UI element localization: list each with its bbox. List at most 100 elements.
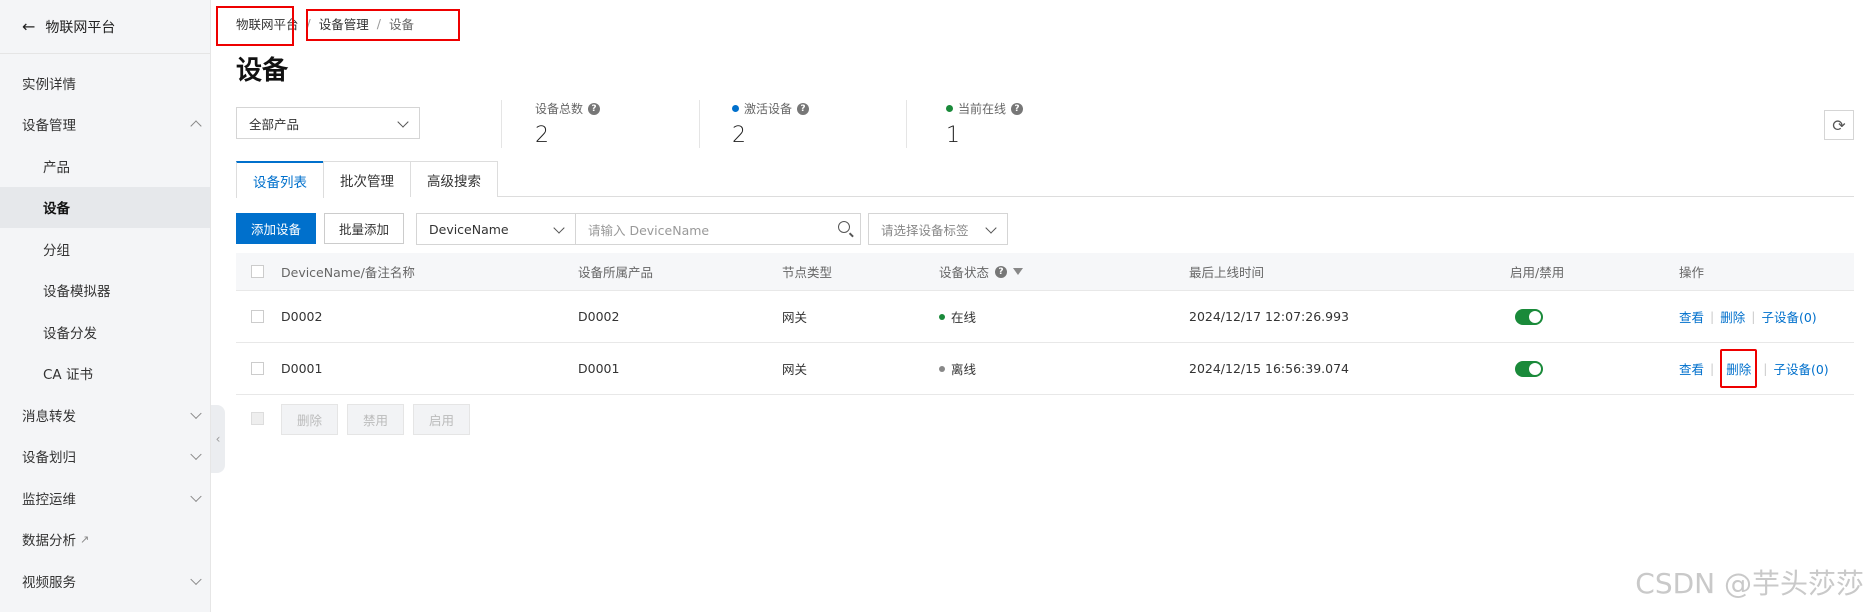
sidebar-item-label: 设备 xyxy=(43,201,70,218)
col-header-node-type: 节点类型 xyxy=(782,265,833,280)
bulk-checkbox[interactable] xyxy=(251,412,264,425)
row-checkbox[interactable] xyxy=(251,310,264,323)
sidebar-item-distribution[interactable]: 设备分发 xyxy=(0,311,210,353)
tag-select[interactable]: 请选择设备标签 xyxy=(868,213,1008,245)
node-type: 网关 xyxy=(782,362,808,377)
divider: | xyxy=(1763,361,1768,376)
sidebar-item-label: 设备管理 xyxy=(22,118,76,135)
batch-add-button[interactable]: 批量添加 xyxy=(324,213,404,244)
chevron-left-icon: ‹ xyxy=(215,432,221,446)
device-product: D0001 xyxy=(578,361,620,376)
col-header-product: 设备所属产品 xyxy=(578,265,654,280)
stat-value: 2 xyxy=(732,123,746,148)
status-dot-icon xyxy=(946,105,953,112)
help-icon[interactable]: ? xyxy=(588,102,601,115)
tab-batch-management[interactable]: 批次管理 xyxy=(323,161,411,197)
row-checkbox[interactable] xyxy=(251,362,264,375)
enable-toggle[interactable] xyxy=(1515,308,1543,325)
sidebar-item-ca-cert[interactable]: CA 证书 xyxy=(0,353,210,395)
sidebar-item-label: 设备划归 xyxy=(22,450,76,467)
sidebar-item-label: 设备模拟器 xyxy=(43,284,111,301)
back-label: 物联网平台 xyxy=(45,19,116,36)
highlight-box xyxy=(216,6,294,46)
product-select-value: 全部产品 xyxy=(249,116,300,132)
sidebar-item-group[interactable]: 分组 xyxy=(0,228,210,270)
sidebar-item-label: 视频服务 xyxy=(22,574,76,591)
last-online-time: 2024/12/15 16:56:39.074 xyxy=(1189,361,1349,376)
sidebar-item-simulator[interactable]: 设备模拟器 xyxy=(0,270,210,312)
col-header-name: DeviceName/备注名称 xyxy=(281,265,415,280)
highlight-box xyxy=(306,9,460,41)
status-dot-icon xyxy=(939,313,945,320)
view-link[interactable]: 查看 xyxy=(1679,307,1704,326)
search-placeholder: 请输入 DeviceName xyxy=(588,222,710,238)
sidebar-item-data-analysis[interactable]: 数据分析 ↗ xyxy=(0,519,210,561)
bulk-enable-button[interactable]: 启用 xyxy=(413,404,470,435)
search-field-value: DeviceName xyxy=(429,221,509,237)
col-header-enable: 启用/禁用 xyxy=(1510,265,1565,280)
chevron-down-icon xyxy=(190,407,202,419)
sidebar-collapse-handle[interactable]: ‹ xyxy=(211,405,225,473)
divider: | xyxy=(1710,361,1715,376)
chevron-down-icon xyxy=(985,222,997,234)
back-to-platform[interactable]: ← 物联网平台 xyxy=(0,0,210,54)
tab-device-list[interactable]: 设备列表 xyxy=(236,161,324,198)
node-type: 网关 xyxy=(782,310,808,325)
sidebar-item-monitoring[interactable]: 监控运维 xyxy=(0,477,210,519)
stat-total-devices: 设备总数? 2 xyxy=(535,100,601,148)
sidebar-item-device-management[interactable]: 设备管理 xyxy=(0,104,210,146)
stat-value: 2 xyxy=(535,123,549,148)
sidebar-item-device-assign[interactable]: 设备划归 xyxy=(0,436,210,478)
device-name: D0002 xyxy=(281,309,323,324)
device-product: D0002 xyxy=(578,309,620,324)
bulk-delete-button[interactable]: 删除 xyxy=(281,404,338,435)
col-header-actions: 操作 xyxy=(1679,265,1705,280)
refresh-button[interactable]: ⟳ xyxy=(1824,110,1854,140)
add-device-button[interactable]: 添加设备 xyxy=(236,213,316,244)
product-select[interactable]: 全部产品 xyxy=(236,107,420,139)
child-devices-link[interactable]: 子设备(0) xyxy=(1773,359,1828,378)
select-all-checkbox[interactable] xyxy=(251,265,264,278)
external-link-icon: ↗ xyxy=(80,532,90,546)
search-field-select[interactable]: DeviceName xyxy=(416,213,576,245)
device-status: 离线 xyxy=(951,362,977,377)
stat-value: 1 xyxy=(946,123,960,148)
refresh-icon: ⟳ xyxy=(1832,115,1846,135)
chevron-down-icon xyxy=(553,222,565,234)
stat-label: 设备总数 xyxy=(535,102,584,116)
bulk-disable-button[interactable]: 禁用 xyxy=(347,404,404,435)
view-link[interactable]: 查看 xyxy=(1679,359,1704,378)
divider xyxy=(501,100,502,148)
page-title: 设备 xyxy=(236,56,289,86)
sidebar-item-label: 实例详情 xyxy=(22,76,76,93)
table-row: D0002 D0002 网关 在线 2024/12/17 12:07:26.99… xyxy=(236,291,1854,343)
sidebar-item-label: 产品 xyxy=(43,159,70,176)
col-header-last-online: 最后上线时间 xyxy=(1189,265,1265,280)
delete-link[interactable]: 删除 xyxy=(1720,307,1745,326)
help-icon[interactable]: ? xyxy=(1011,102,1024,115)
sidebar-item-label: 监控运维 xyxy=(22,491,76,508)
chevron-up-icon xyxy=(190,120,202,132)
tab-advanced-search[interactable]: 高级搜索 xyxy=(410,161,498,197)
main-content: 物联网平台 / 设备管理 / 设备 设备 全部产品 设备总数? 2 激活设备? … xyxy=(216,0,1876,612)
sidebar-item-message-forward[interactable]: 消息转发 xyxy=(0,394,210,436)
stat-activated-devices: 激活设备? 2 xyxy=(732,100,810,148)
sidebar-item-instance-detail[interactable]: 实例详情 xyxy=(0,62,210,104)
col-header-status: 设备状态 xyxy=(939,265,990,280)
stat-label: 当前在线 xyxy=(958,102,1007,116)
delete-link[interactable]: 删除 xyxy=(1720,349,1758,388)
bulk-select-all xyxy=(251,412,264,425)
enable-toggle[interactable] xyxy=(1515,360,1543,377)
search-input[interactable]: 请输入 DeviceName xyxy=(575,213,861,245)
sidebar-item-label: CA 证书 xyxy=(43,367,93,384)
breadcrumb: 物联网平台 / 设备管理 / 设备 xyxy=(216,6,460,46)
sidebar-item-label: 消息转发 xyxy=(22,408,76,425)
sidebar-item-device[interactable]: 设备 xyxy=(0,186,210,228)
sidebar-item-video[interactable]: 视频服务 xyxy=(0,560,210,602)
help-icon[interactable]: ? xyxy=(797,102,810,115)
search-icon[interactable] xyxy=(838,221,850,233)
sidebar-item-product[interactable]: 产品 xyxy=(0,145,210,187)
filter-icon[interactable] xyxy=(1013,268,1024,275)
child-devices-link[interactable]: 子设备(0) xyxy=(1761,307,1816,326)
help-icon[interactable]: ? xyxy=(995,265,1008,278)
